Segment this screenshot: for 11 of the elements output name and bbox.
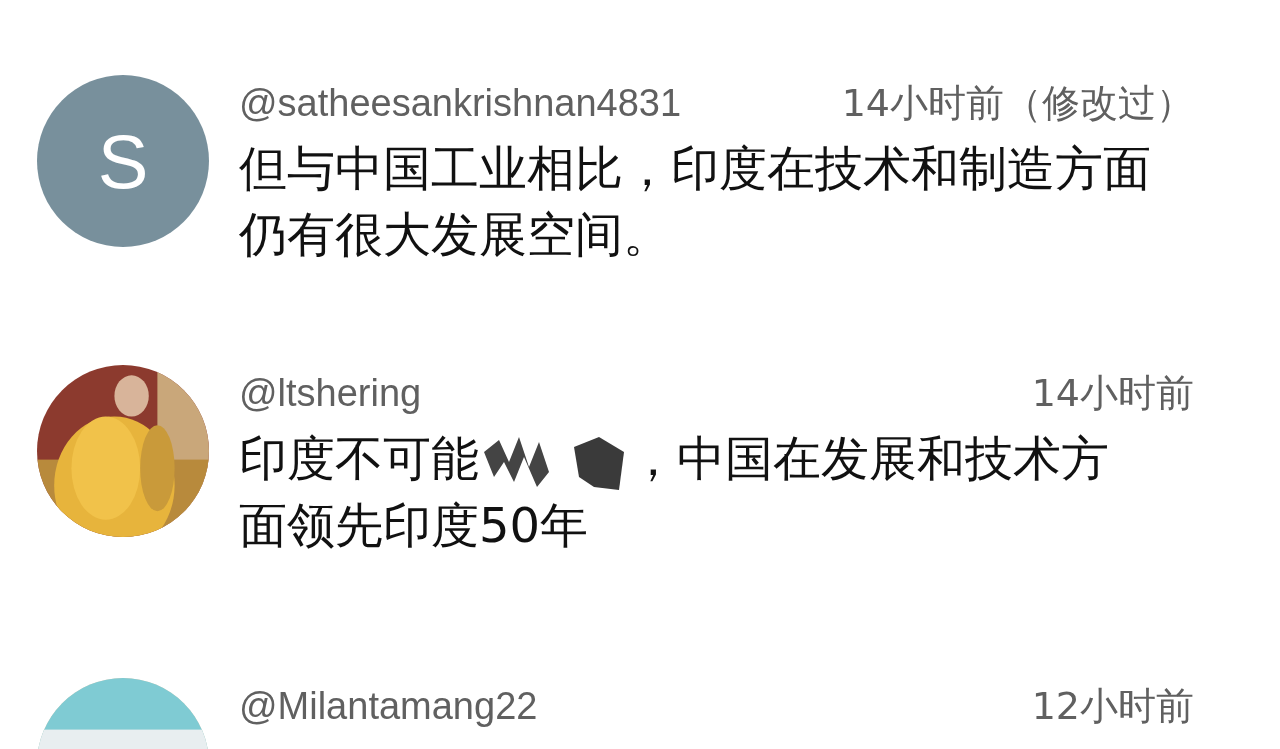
comment-text: 印度不可能 — [239, 429, 479, 488]
comment-text: 面领先印度50年 — [239, 496, 589, 555]
comment-author[interactable]: @ltshering — [239, 371, 422, 415]
avatar-letter[interactable]: S — [37, 75, 209, 247]
comment-text: 但与中国工业相比，印度在技术和制造方面仍有很大发展空间。 — [239, 139, 1152, 264]
comment-time: 14小时前（修改过） — [841, 79, 1194, 127]
comment-author[interactable]: @satheesankrishnan4831 — [239, 81, 682, 125]
comment-time: 12小时前 — [1031, 682, 1194, 730]
comment-time: 14小时前 — [1031, 369, 1194, 417]
comment-author[interactable]: @Milantamang22 — [239, 684, 538, 728]
comment-text: ，中国在发展和技术方 — [629, 429, 1109, 488]
